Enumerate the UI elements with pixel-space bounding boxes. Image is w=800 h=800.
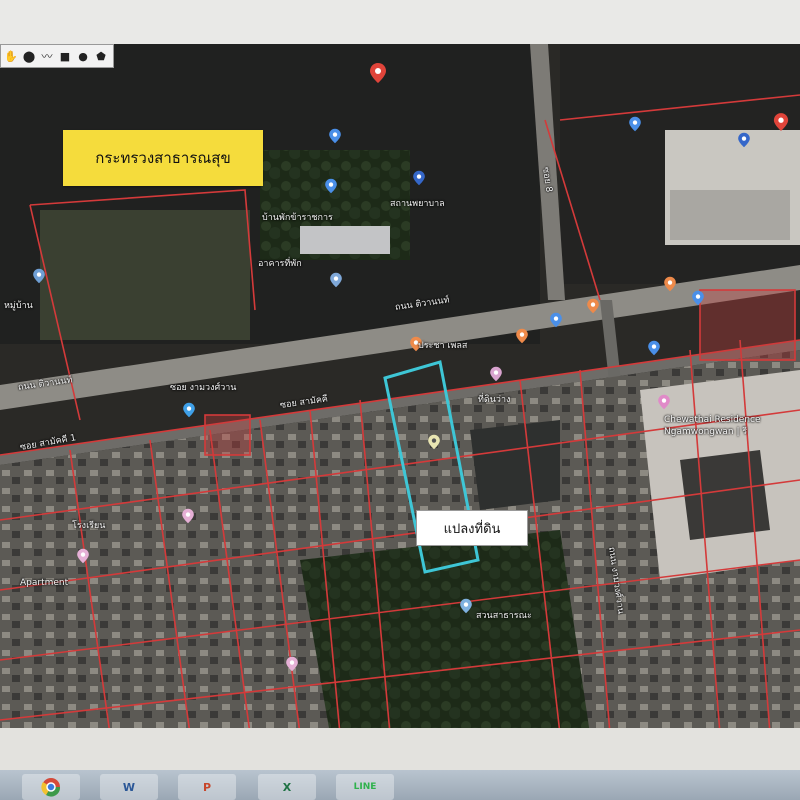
excel-taskbar-button[interactable]: X bbox=[258, 774, 316, 800]
blue-pin-icon[interactable] bbox=[627, 116, 643, 132]
powerpoint-taskbar-button[interactable]: P bbox=[178, 774, 236, 800]
pink-pin-icon[interactable] bbox=[284, 656, 300, 672]
building-roof bbox=[670, 190, 790, 240]
circle-tool-icon[interactable]: ● bbox=[75, 47, 91, 65]
blue-pin-icon[interactable] bbox=[690, 290, 706, 306]
place-label: อาคารที่พัก bbox=[258, 259, 302, 269]
chrome-taskbar-button[interactable] bbox=[22, 774, 80, 800]
polyline-tool-icon[interactable]: 〰 bbox=[39, 47, 55, 65]
white-roofs bbox=[300, 226, 390, 254]
satellite-map[interactable] bbox=[0, 0, 800, 800]
parcel-label-box: แปลงที่ดิน bbox=[416, 510, 528, 546]
place-label: ที่ดินว่าง bbox=[478, 395, 511, 405]
apartment-label: Apartment bbox=[20, 578, 69, 588]
pink-pin-icon[interactable] bbox=[75, 548, 91, 564]
monitor-bottom-bezel bbox=[0, 728, 800, 770]
hand-tool-icon[interactable]: ✋ bbox=[3, 47, 19, 65]
place-label: บ้านพักข้าราชการ bbox=[262, 213, 333, 223]
orange-pin-icon[interactable] bbox=[514, 328, 530, 344]
blue-pin-icon[interactable] bbox=[458, 598, 474, 614]
blue-pin-icon[interactable] bbox=[328, 272, 344, 288]
red-pin-icon[interactable] bbox=[369, 62, 387, 84]
blue-pin-icon[interactable] bbox=[31, 268, 47, 284]
pink-pin-icon[interactable] bbox=[656, 394, 672, 410]
blue-pin-icon[interactable] bbox=[548, 312, 564, 328]
marker-tool-icon[interactable]: ⬤ bbox=[21, 47, 37, 65]
place-label: สวนสาธารณะ bbox=[476, 611, 532, 621]
chrome-icon bbox=[41, 778, 61, 797]
green-area bbox=[300, 530, 590, 734]
ministry-label-box: กระทรวงสาธารณสุข bbox=[63, 130, 263, 186]
location-pin-icon[interactable] bbox=[426, 434, 442, 450]
windows-taskbar: W P X LINE bbox=[0, 770, 800, 800]
pink-pin-icon[interactable] bbox=[180, 508, 196, 524]
place-label: สถานพยาบาล bbox=[390, 199, 445, 209]
blue-pin-icon[interactable] bbox=[646, 340, 662, 356]
red-pin-icon[interactable] bbox=[773, 112, 789, 132]
place-label: โรงเรียน bbox=[72, 521, 106, 531]
line-taskbar-button[interactable]: LINE bbox=[336, 774, 394, 800]
powerpoint-icon: P bbox=[202, 780, 212, 794]
building-block bbox=[470, 420, 560, 510]
place-label: หมู่บ้าน bbox=[4, 301, 33, 311]
map-screen: ✋ ⬤ 〰 ■ ● ⬟ บ้านพักข้าราชการ สถานพยาบาล … bbox=[0, 0, 800, 800]
polygon-tool-icon[interactable]: ⬟ bbox=[93, 47, 109, 65]
map-toolbar: ✋ ⬤ 〰 ■ ● ⬟ bbox=[0, 44, 114, 68]
place-label: ซอย งามวงศ์วาน bbox=[170, 383, 237, 393]
blue-pin-icon[interactable] bbox=[411, 170, 427, 186]
blue-pin-icon[interactable] bbox=[327, 128, 343, 144]
orange-pin-icon[interactable] bbox=[662, 276, 678, 292]
line-icon: LINE bbox=[353, 782, 377, 792]
excel-icon: X bbox=[282, 780, 292, 794]
pink-pin-icon[interactable] bbox=[488, 366, 504, 382]
blue-pin-icon[interactable] bbox=[736, 132, 752, 148]
place-label: ประชา เพลส bbox=[418, 341, 468, 351]
blue-pin-icon[interactable] bbox=[323, 178, 339, 194]
hotel-label: Chewathai Residence Ngamwongwan | รี bbox=[664, 415, 761, 437]
orange-pin-icon[interactable] bbox=[585, 298, 601, 314]
word-taskbar-button[interactable]: W bbox=[100, 774, 158, 800]
rectangle-tool-icon[interactable]: ■ bbox=[57, 47, 73, 65]
sports-field bbox=[40, 210, 250, 340]
blue-pin-icon[interactable] bbox=[181, 402, 197, 418]
word-icon: W bbox=[122, 780, 136, 794]
